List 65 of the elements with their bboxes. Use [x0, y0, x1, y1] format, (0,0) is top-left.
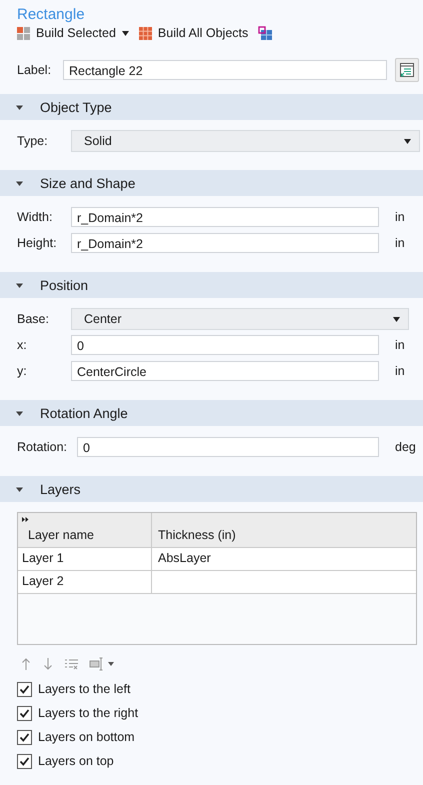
build-preceding-button[interactable] — [258, 26, 272, 40]
expand-icon — [22, 517, 29, 522]
field-label: Width: — [17, 210, 54, 224]
build-icon — [17, 26, 30, 40]
input-field[interactable]: r_Domain*2 — [71, 233, 379, 253]
field-label: Type: — [17, 134, 49, 148]
checkbox[interactable] — [17, 754, 32, 768]
checkbox-label: Layers on top — [38, 754, 114, 768]
field-label: Rotation: — [17, 440, 68, 454]
panel-title: Rectangle — [16, 6, 86, 23]
section-header[interactable]: Layers — [0, 476, 423, 502]
caret-icon — [404, 138, 411, 144]
move-down-icon[interactable] — [42, 657, 54, 671]
input-field[interactable]: 0 — [71, 335, 379, 355]
input-field[interactable]: 0 — [77, 437, 379, 457]
section-title: Rotation Angle — [40, 406, 128, 420]
checkbox[interactable] — [17, 682, 32, 696]
section-title: Position — [40, 278, 88, 292]
table-cell: Layer 1 — [18, 548, 152, 570]
input-field[interactable]: CenterCircle — [71, 361, 379, 381]
collapse-icon — [16, 486, 23, 492]
table-cell-text: AbsLayer — [157, 550, 212, 567]
form-icon — [399, 62, 415, 78]
section-header[interactable]: Rotation Angle — [0, 400, 423, 426]
unit-label: in — [394, 210, 406, 224]
label-field[interactable]: Rectangle 22 — [63, 60, 387, 80]
checkbox-label: Layers to the right — [38, 706, 138, 720]
collapse-icon — [16, 282, 23, 288]
build-button[interactable]: Build Selected — [17, 26, 129, 40]
section-title: Layers — [40, 482, 81, 496]
field-label: Base: — [17, 312, 50, 326]
field-label: y: — [17, 364, 28, 378]
unit-label: deg — [394, 440, 417, 454]
build-icon — [138, 26, 152, 40]
section-title: Object Type — [40, 100, 112, 114]
checkbox[interactable] — [17, 706, 32, 720]
section-header[interactable]: Position — [0, 272, 423, 298]
field-label: Height: — [17, 236, 58, 250]
unit-label: in — [394, 236, 406, 250]
table-cell: Layer 2 — [18, 571, 152, 593]
checkbox[interactable] — [17, 730, 32, 744]
unit-label: in — [394, 338, 406, 352]
caret-icon[interactable] — [108, 662, 114, 666]
section-header[interactable]: Object Type — [0, 94, 423, 120]
column-header[interactable]: Layer name — [18, 513, 152, 547]
checkbox-label: Layers to the left — [38, 682, 130, 696]
checkbox-label: Layers on bottom — [38, 730, 135, 744]
section-title: Size and Shape — [40, 176, 136, 190]
label-settings-button[interactable] — [395, 58, 419, 82]
build-button[interactable]: Build All Objects — [138, 26, 248, 40]
collapse-icon — [16, 410, 23, 416]
collapse-icon — [16, 180, 23, 186]
unit-label: in — [394, 364, 406, 378]
delete-rows-icon[interactable] — [64, 657, 79, 671]
dropdown[interactable]: Solid — [71, 130, 420, 152]
field-label: Label: — [17, 63, 52, 77]
column-header[interactable]: Thickness (in) — [152, 513, 416, 547]
dropdown[interactable]: Center — [71, 308, 409, 330]
section-header[interactable]: Size and Shape — [0, 170, 423, 196]
table-cell-icon[interactable] — [89, 657, 105, 671]
input-field[interactable]: r_Domain*2 — [71, 207, 379, 227]
field-label: x: — [17, 338, 28, 352]
move-up-icon[interactable] — [20, 657, 32, 671]
caret-icon — [393, 316, 400, 322]
collapse-icon — [16, 104, 23, 110]
